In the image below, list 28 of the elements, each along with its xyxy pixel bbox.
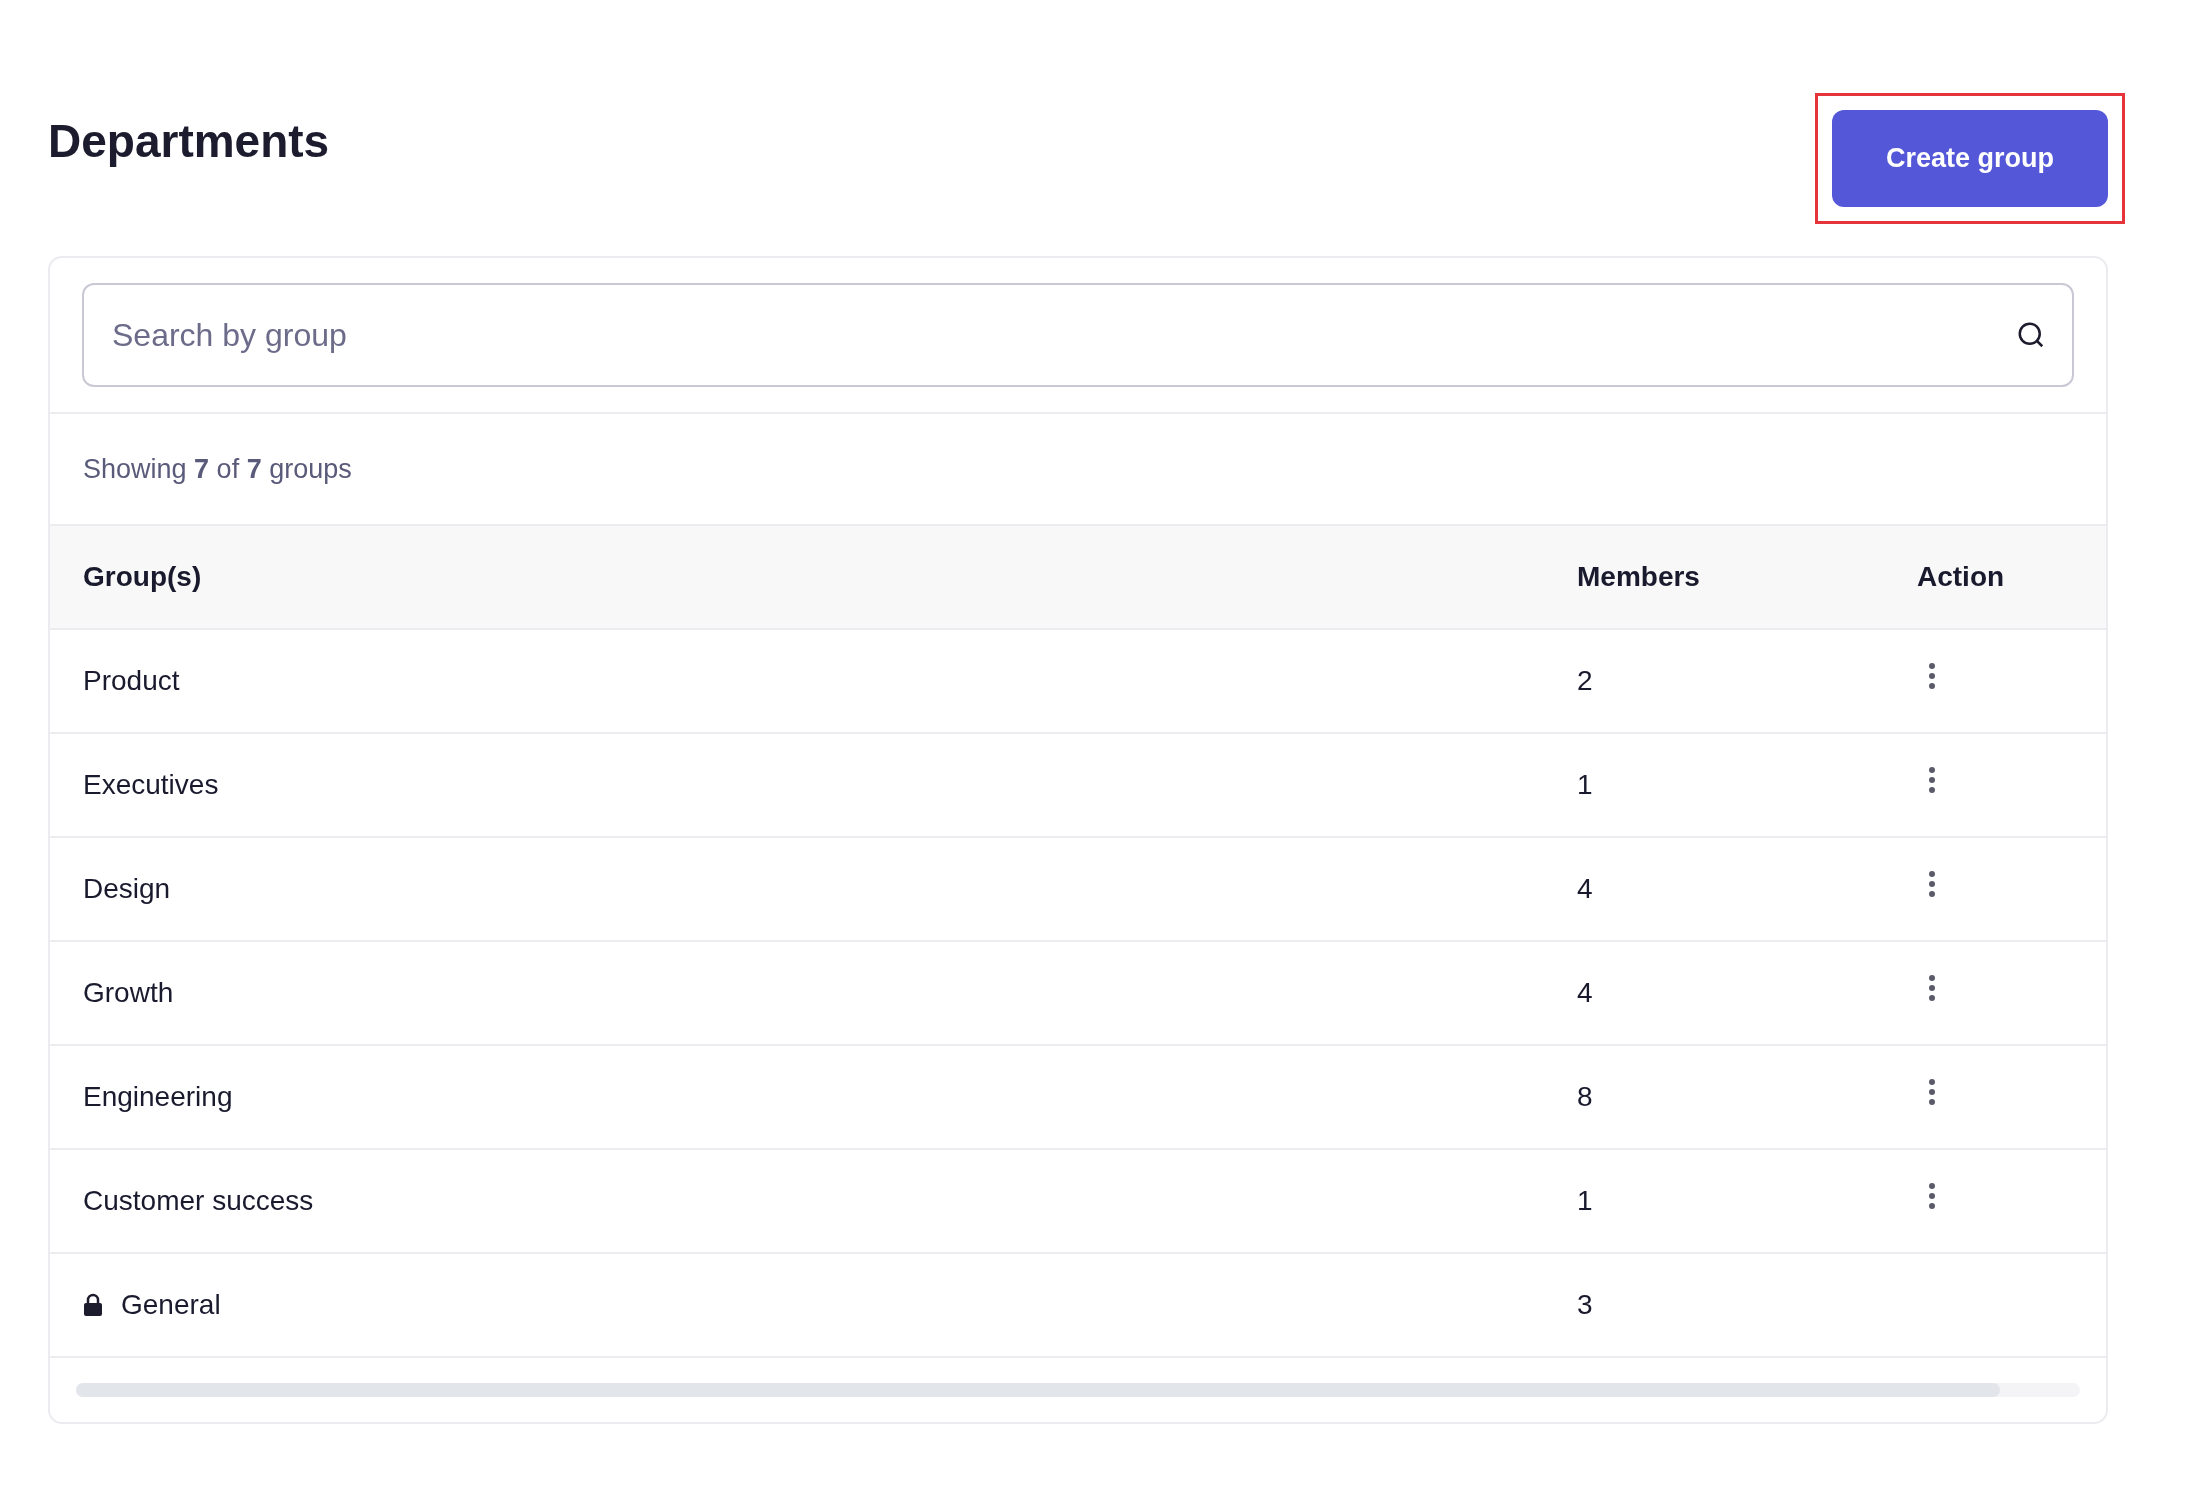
- more-options-icon[interactable]: [1927, 1181, 1937, 1211]
- group-name: Growth: [83, 976, 174, 1010]
- member-count: 1: [1577, 769, 1593, 800]
- member-count: 8: [1577, 1081, 1593, 1112]
- member-count: 4: [1577, 977, 1593, 1008]
- group-name: General: [121, 1288, 221, 1322]
- member-count: 2: [1577, 665, 1593, 696]
- member-count: 1: [1577, 1185, 1593, 1216]
- member-count: 4: [1577, 873, 1593, 904]
- column-header: Action: [1917, 561, 2005, 592]
- group-name: Engineering: [83, 1080, 233, 1114]
- more-options-icon[interactable]: [1927, 973, 1937, 1003]
- results-summary: Showing 7 of 7 groups: [83, 452, 352, 486]
- more-options-icon[interactable]: [1927, 765, 1937, 795]
- create-group-button[interactable]: Create group: [1832, 110, 2108, 207]
- group-name: Design: [83, 872, 171, 906]
- group-name: Product: [83, 664, 180, 698]
- search-field[interactable]: Search by group: [82, 283, 2074, 387]
- more-options-icon[interactable]: [1927, 1077, 1937, 1107]
- page-title: Departments: [48, 114, 330, 169]
- member-count: 3: [1577, 1289, 1593, 1320]
- group-name: Customer success: [83, 1184, 314, 1218]
- group-name: Executives: [83, 768, 219, 802]
- more-options-icon[interactable]: [1927, 869, 1937, 899]
- column-header: Members: [1577, 561, 1700, 592]
- search-icon: [2016, 320, 2046, 350]
- more-options-icon[interactable]: [1927, 661, 1937, 691]
- column-header: Group(s): [83, 561, 202, 592]
